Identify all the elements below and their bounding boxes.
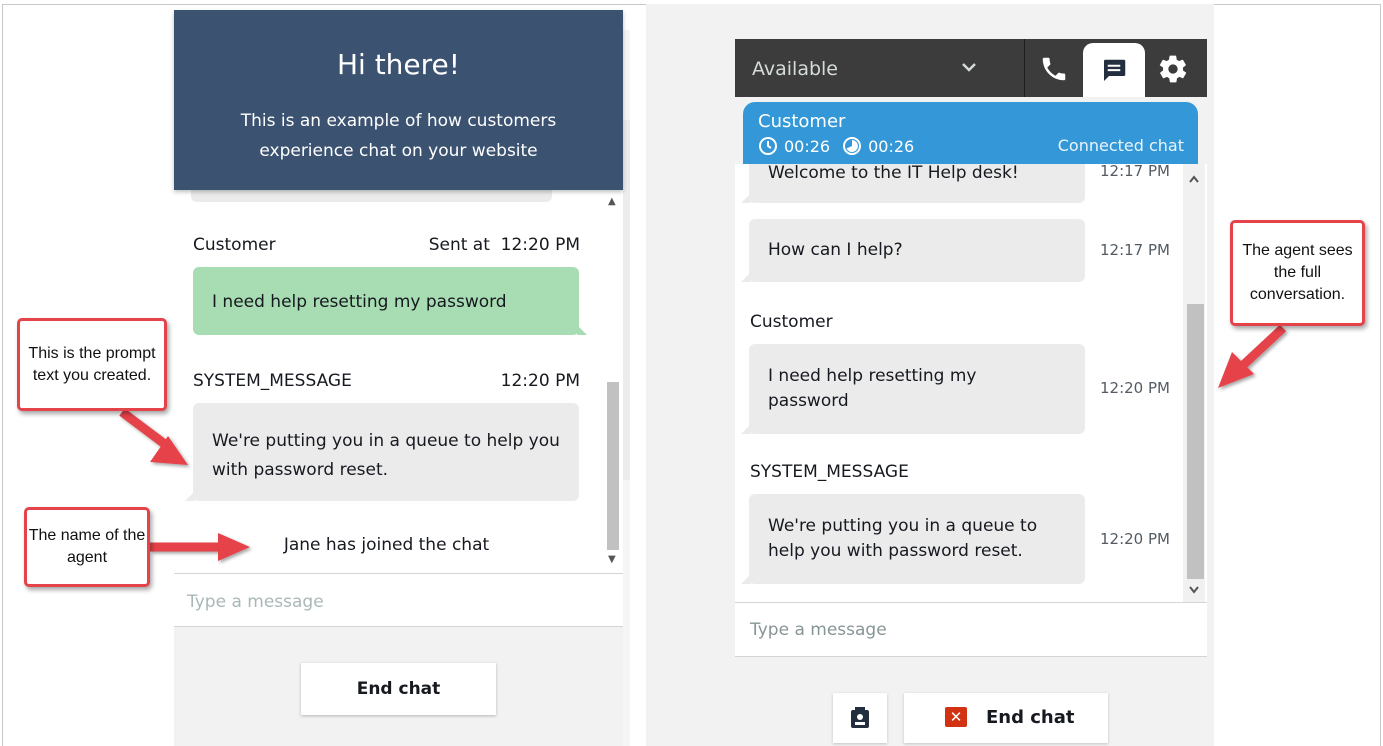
customer-chat-header: Hi there! This is an example of how cust…	[174, 10, 623, 190]
message-sender: SYSTEM_MESSAGE	[750, 462, 909, 482]
customer-end-chat-button[interactable]: End chat	[301, 663, 496, 715]
end-chat-x-icon: ✕	[945, 707, 967, 727]
phone-icon[interactable]	[1037, 54, 1071, 84]
prompt-text-callout: This is the prompt text you created.	[17, 318, 167, 411]
scrollbar-thumb[interactable]	[607, 382, 619, 550]
contact-name: Customer	[758, 111, 846, 132]
customer-message-bubble: I need help resetting my password	[193, 267, 587, 335]
chat-icon	[1104, 59, 1126, 81]
scroll-down-icon[interactable]: ▼	[608, 554, 616, 565]
system-message-bubble: We're putting you in a queue to help you…	[741, 494, 1085, 584]
message-sender: Customer	[193, 235, 276, 255]
agent-end-chat-button[interactable]: ✕ End chat	[904, 693, 1108, 743]
scroll-up-icon[interactable]	[1188, 174, 1200, 184]
total-timer: 00:26	[784, 136, 831, 156]
transcript-scrollbar[interactable]: ▲ ▼	[605, 192, 621, 570]
agent-transcript[interactable]: Welcome to the IT Help desk! 12:17 PM Ho…	[735, 164, 1207, 602]
system-message-bubble: We're putting you in a queue to help you…	[185, 403, 579, 501]
message-sender: Customer	[750, 312, 833, 332]
agent-status-dropdown[interactable]: Available	[752, 58, 838, 80]
customer-footer: End chat	[174, 627, 623, 746]
chat-tab[interactable]	[1083, 43, 1145, 97]
message-time: 12:17 PM	[1100, 164, 1170, 180]
message-time: 12:20 PM	[500, 371, 580, 391]
message-sender: SYSTEM_MESSAGE	[193, 371, 352, 391]
agent-message-bubble: How can I help?	[741, 219, 1085, 282]
agent-message-bubble: Welcome to the IT Help desk!	[741, 164, 1085, 203]
header-title: Hi there!	[336, 48, 461, 81]
quick-connect-button[interactable]	[833, 693, 887, 743]
chevron-down-icon[interactable]	[959, 57, 979, 77]
agent-joined-event: Jane has joined the chat	[283, 535, 490, 555]
customer-transcript[interactable]: Customer Sent at 12:20 PM I need help re…	[174, 190, 623, 573]
state-timer-icon	[843, 137, 862, 155]
message-time: 12:17 PM	[1100, 241, 1170, 259]
topbar-divider	[1024, 39, 1025, 97]
previous-message-bubble	[191, 190, 552, 202]
contact-timers: 00:26 00:26	[758, 136, 926, 156]
agent-footer: ✕ End chat	[735, 657, 1207, 746]
customer-message-input[interactable]: Type a message	[174, 573, 623, 627]
scroll-down-icon[interactable]	[1188, 585, 1200, 595]
gear-icon[interactable]	[1157, 53, 1189, 85]
state-timer: 00:26	[868, 136, 915, 156]
message-time: 12:20 PM	[1100, 530, 1170, 548]
end-chat-label: End chat	[986, 707, 1075, 728]
clock-icon	[759, 137, 777, 155]
contact-card[interactable]: Customer 00:26 00:26 Connected chat	[743, 102, 1198, 164]
contact-card-icon	[851, 707, 869, 728]
header-subtitle: This is an example of how customers expe…	[240, 111, 557, 161]
transcript-scrollbar[interactable]	[1183, 164, 1205, 602]
message-time: Sent at 12:20 PM	[428, 235, 580, 255]
scrollbar-thumb[interactable]	[1187, 304, 1204, 579]
customer-message-bubble: I need help resetting my password	[741, 344, 1085, 434]
agent-message-input[interactable]: Type a message	[735, 602, 1207, 657]
ccp-topbar: Available	[735, 39, 1207, 97]
contact-state: Connected chat	[1057, 136, 1184, 155]
agent-sees-callout: The agent sees the full conversation.	[1230, 220, 1365, 326]
agent-name-callout: The name of the agent	[24, 507, 150, 587]
message-time: 12:20 PM	[1100, 379, 1170, 397]
scroll-up-icon[interactable]: ▲	[608, 196, 616, 207]
